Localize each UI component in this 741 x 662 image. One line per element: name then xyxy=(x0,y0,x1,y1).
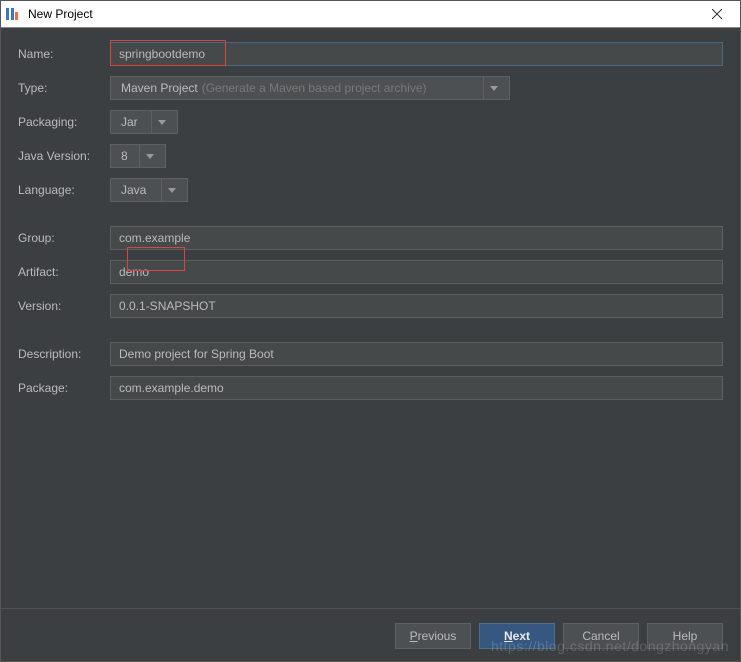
row-package: Package: xyxy=(18,376,723,400)
label-type: Type: xyxy=(18,81,110,95)
label-description: Description: xyxy=(18,347,110,361)
package-input[interactable] xyxy=(110,376,723,400)
row-group: Group: xyxy=(18,226,723,250)
version-input[interactable] xyxy=(110,294,723,318)
row-version: Version: xyxy=(18,294,723,318)
titlebar: New Project xyxy=(0,0,741,28)
window-title: New Project xyxy=(28,7,699,21)
label-artifact: Artifact: xyxy=(18,265,110,279)
form-content: Name: Type: Maven Project (Generate a Ma… xyxy=(0,28,741,424)
chevron-down-icon xyxy=(151,111,171,133)
java-version-dropdown[interactable]: 8 xyxy=(110,144,166,168)
app-icon xyxy=(6,6,22,22)
chevron-down-icon xyxy=(139,145,159,167)
close-button[interactable] xyxy=(699,0,735,27)
label-java-version: Java Version: xyxy=(18,149,110,163)
artifact-input[interactable] xyxy=(110,260,723,284)
row-java-version: Java Version: 8 xyxy=(18,144,723,168)
label-name: Name: xyxy=(18,47,110,61)
language-dropdown[interactable]: Java xyxy=(110,178,188,202)
label-language: Language: xyxy=(18,183,110,197)
packaging-dropdown[interactable]: Jar xyxy=(110,110,178,134)
chevron-down-icon xyxy=(161,179,181,201)
row-artifact: Artifact: xyxy=(18,260,723,284)
label-package: Package: xyxy=(18,381,110,395)
group-input[interactable] xyxy=(110,226,723,250)
row-packaging: Packaging: Jar xyxy=(18,110,723,134)
java-version-value: 8 xyxy=(121,149,128,163)
language-value: Java xyxy=(121,183,146,197)
row-language: Language: Java xyxy=(18,178,723,202)
name-input[interactable] xyxy=(110,42,723,66)
type-hint: (Generate a Maven based project archive) xyxy=(202,81,427,95)
chevron-down-icon xyxy=(483,77,503,99)
previous-button[interactable]: Previous xyxy=(395,623,471,649)
watermark-text: https://blog.csdn.net/dongzhongyan xyxy=(491,638,729,654)
packaging-value: Jar xyxy=(121,115,138,129)
description-input[interactable] xyxy=(110,342,723,366)
row-name: Name: xyxy=(18,42,723,66)
type-dropdown[interactable]: Maven Project (Generate a Maven based pr… xyxy=(110,76,510,100)
type-value: Maven Project xyxy=(121,81,198,95)
label-version: Version: xyxy=(18,299,110,313)
row-description: Description: xyxy=(18,342,723,366)
label-group: Group: xyxy=(18,231,110,245)
row-type: Type: Maven Project (Generate a Maven ba… xyxy=(18,76,723,100)
label-packaging: Packaging: xyxy=(18,115,110,129)
